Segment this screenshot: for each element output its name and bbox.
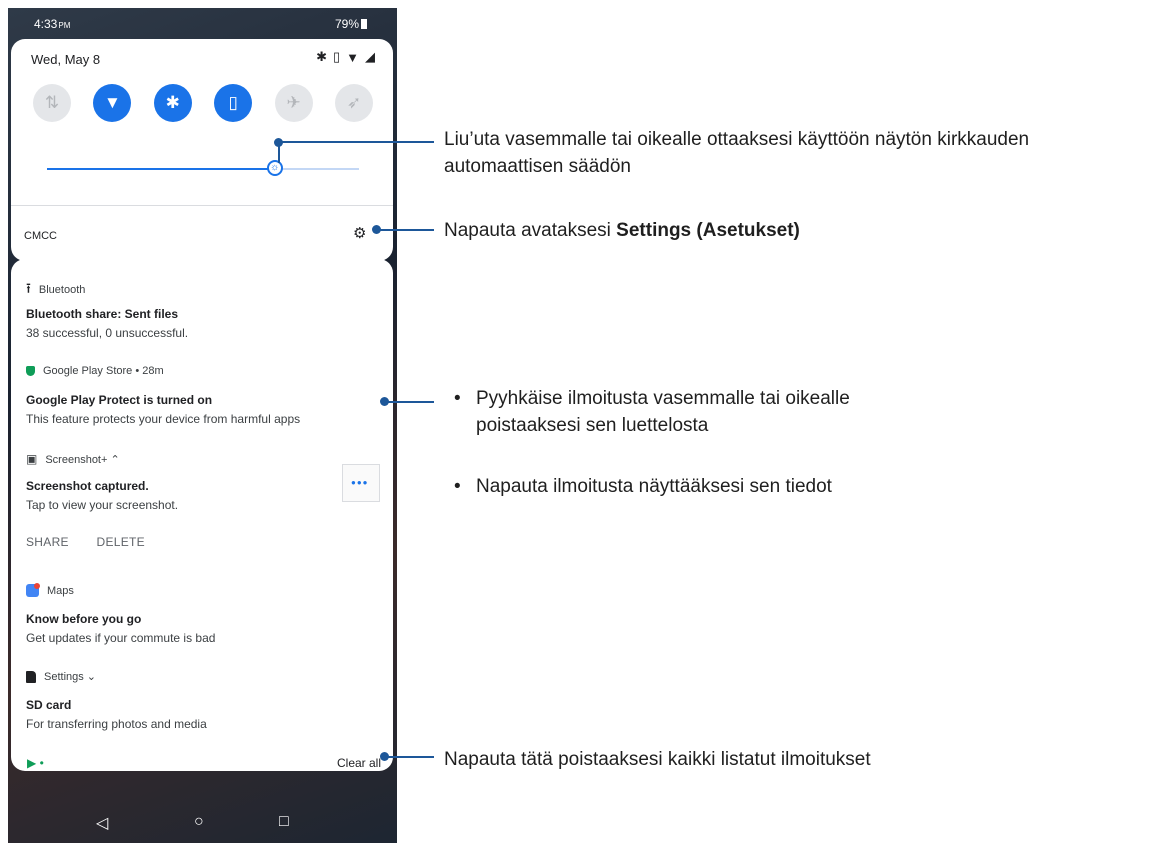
callout-settings-bold: Settings (Asetukset)	[616, 220, 800, 241]
callout-line-clear-all	[386, 756, 434, 758]
callout-line-settings	[378, 229, 434, 231]
bluetooth-icon: ✱	[316, 49, 327, 64]
notif-actions: SHARE DELETE	[26, 535, 169, 549]
notif-body[interactable]: For transferring photos and media	[26, 717, 207, 731]
notifications-panel: ⭱ Bluetooth Bluetooth share: Sent files …	[11, 259, 393, 771]
airplane-icon: ✈	[286, 93, 301, 112]
qs-date: Wed, May 8	[31, 52, 101, 67]
notif-title[interactable]: Google Play Protect is turned on	[26, 393, 212, 407]
battery-percent: 79%	[334, 17, 359, 31]
notif-app-name: Maps	[47, 584, 74, 597]
notif-app-name: Screenshot+ ⌃	[45, 453, 120, 466]
signal-icon: ◢	[365, 49, 375, 64]
upload-icon: ⭱	[26, 280, 31, 296]
notif-bluetooth-header: ⭱ Bluetooth	[26, 278, 85, 302]
quick-settings-panel: Wed, May 8 ✱ ▯ ▼ ◢ ⇅ ▼ ✱ ▯ ✈ ➶ ☼ CMCC ⚙	[11, 39, 393, 261]
wifi-icon: ▼	[103, 93, 121, 112]
qs-status-icons: ✱ ▯ ▼ ◢	[316, 49, 375, 65]
battery-icon	[361, 19, 367, 29]
notif-body[interactable]: Tap to view your screenshot.	[26, 498, 178, 512]
qs-divider	[11, 205, 393, 206]
notif-title[interactable]: Screenshot captured.	[26, 479, 149, 493]
tile-vibrate[interactable]: ▯	[214, 84, 253, 122]
rocket-icon: ➶	[346, 93, 362, 112]
phone-screen: 4:33PM 79% Wed, May 8 ✱ ▯ ▼ ◢ ⇅ ▼ ✱ ▯ ✈ …	[8, 8, 397, 843]
notif-title[interactable]: SD card	[26, 698, 71, 712]
callout-line-notification	[386, 401, 434, 403]
notif-app-name: Bluetooth	[38, 284, 86, 296]
delete-button[interactable]: DELETE	[96, 535, 144, 549]
notif-body[interactable]: Get updates if your commute is bad	[26, 631, 215, 645]
callout-clear-all-text: Napauta tätä poistaaksesi kaikki listatu…	[444, 749, 871, 770]
home-icon[interactable]: ○	[194, 813, 204, 831]
brightness-thumb[interactable]: ☼	[266, 160, 283, 176]
notif-playstore-header: Google Play Store • 28m	[26, 365, 164, 377]
notif-title[interactable]: Bluetooth share: Sent files	[26, 307, 178, 321]
callout-line-brightness	[278, 141, 434, 143]
qs-tiles: ⇅ ▼ ✱ ▯ ✈ ➶	[33, 84, 373, 122]
status-time: 4:33	[34, 17, 58, 31]
tile-wifi[interactable]: ▼	[93, 84, 132, 122]
tile-rocket[interactable]: ➶	[334, 84, 373, 122]
status-ampm: PM	[58, 21, 71, 30]
notif-screenshot-header: ▣ Screenshot+ ⌃	[26, 452, 120, 466]
brightness-icon: ☼	[270, 162, 280, 173]
carrier-name: CMCC	[24, 230, 57, 242]
brightness-slider[interactable]: ☼	[47, 160, 359, 176]
callout-tap-text: Napauta ilmoitusta näyttääksesi sen tied…	[476, 476, 832, 497]
tile-data[interactable]: ⇅	[33, 84, 71, 122]
gear-icon[interactable]: ⚙	[353, 224, 366, 242]
tile-bluetooth[interactable]: ✱	[153, 84, 192, 122]
notif-body[interactable]: This feature protects your device from h…	[26, 412, 300, 426]
callout-settings-text: Napauta avataksesi Settings (Asetukset)	[444, 220, 800, 241]
notif-app-name: Settings ⌄	[44, 671, 97, 683]
bluetooth-icon: ✱	[165, 93, 180, 112]
brightness-track-filled	[47, 168, 275, 170]
vibrate-icon: ▯	[228, 93, 238, 112]
recents-icon[interactable]: □	[279, 813, 289, 831]
vibrate-icon: ▯	[332, 49, 341, 64]
play-icon: ▶ •	[27, 756, 44, 770]
callout-line-brightness	[278, 141, 280, 163]
callout-brightness-text: Liu’uta vasemmalle tai oikealle ottaakse…	[444, 129, 1030, 177]
notif-maps-header: Maps	[26, 583, 74, 597]
bullet-icon: •	[454, 388, 461, 409]
share-button[interactable]: SHARE	[26, 535, 69, 549]
notif-title[interactable]: Know before you go	[26, 612, 141, 626]
notif-app-name: Google Play Store • 28m	[43, 365, 164, 377]
brightness-track-empty	[274, 168, 359, 170]
data-icon: ⇅	[44, 93, 60, 112]
shield-icon	[26, 366, 35, 376]
back-icon[interactable]: ◁	[96, 813, 108, 833]
notif-body[interactable]: 38 successful, 0 unsuccessful.	[26, 326, 188, 340]
image-icon: ▣	[26, 452, 38, 466]
clear-all-button[interactable]: Clear all	[337, 756, 381, 770]
wifi-icon: ▼	[346, 49, 359, 65]
status-bar: 4:33PM 79%	[8, 8, 397, 36]
bullet-icon: •	[454, 476, 461, 497]
callout-swipe-text: Pyyhkäise ilmoitusta vasemmalle tai oike…	[476, 388, 850, 436]
tile-airplane[interactable]: ✈	[274, 84, 313, 122]
navigation-bar: ◁ ○ □	[8, 808, 397, 843]
sd-card-icon	[26, 670, 36, 683]
maps-icon	[26, 583, 40, 597]
screenshot-thumbnail[interactable]: ●●●	[342, 464, 380, 502]
notif-settings-header: Settings ⌄	[26, 670, 96, 683]
